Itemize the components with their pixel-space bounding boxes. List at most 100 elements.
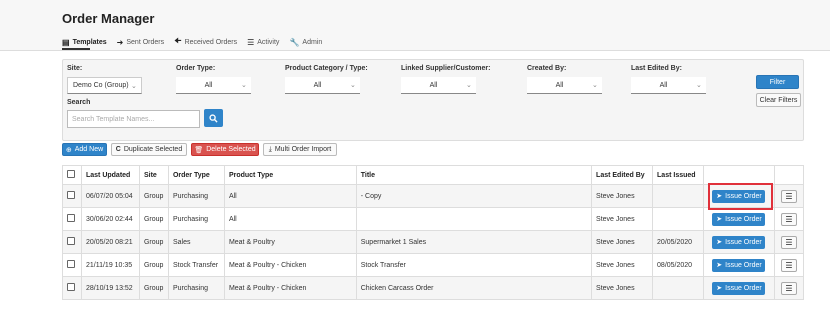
plus-circle-icon: ⊕ bbox=[65, 146, 72, 154]
col-last-edited-by[interactable]: Last Edited By bbox=[591, 165, 654, 185]
site-select-value: Demo Co (Group) bbox=[73, 82, 129, 89]
cell-product-type: Meat & Poultry - Chicken bbox=[223, 253, 357, 277]
cell-last-issued bbox=[652, 276, 705, 300]
order-type-label: Order Type: bbox=[176, 65, 216, 72]
row-checkbox[interactable] bbox=[67, 237, 75, 245]
cell-menu: ☰ bbox=[773, 253, 805, 277]
tab-activity[interactable]: ☰ Activity bbox=[247, 38, 279, 47]
chevron-down-icon: ⌄ bbox=[350, 82, 356, 89]
hamburger-icon: ☰ bbox=[785, 237, 793, 247]
cell-order-type: Purchasing bbox=[167, 276, 225, 300]
issue-order-button[interactable]: ➤ Issue Order bbox=[712, 258, 766, 272]
col-menu bbox=[773, 165, 805, 185]
cell-last-updated: 06/07/20 05:04 bbox=[80, 184, 140, 208]
duplicate-selected-button[interactable]: C Duplicate Selected bbox=[111, 143, 187, 156]
search-button[interactable] bbox=[204, 109, 223, 127]
row-select[interactable] bbox=[62, 207, 82, 231]
row-menu-button[interactable]: ☰ bbox=[780, 212, 797, 226]
row-select[interactable] bbox=[62, 230, 82, 254]
col-last-updated[interactable]: Last Updated bbox=[80, 165, 140, 185]
cell-menu: ☰ bbox=[773, 276, 805, 300]
tab-admin-label: Admin bbox=[302, 38, 323, 46]
delete-selected-button[interactable]: 🗑 Delete Selected bbox=[191, 143, 259, 156]
hamburger-icon: ☰ bbox=[785, 191, 793, 201]
issue-order-button[interactable]: ➤ Issue Order bbox=[712, 281, 766, 295]
row-checkbox[interactable] bbox=[67, 191, 75, 199]
multi-order-import-button[interactable]: ⤓ Multi Order Import bbox=[263, 143, 337, 156]
row-menu-button[interactable]: ☰ bbox=[780, 189, 797, 203]
cell-menu: ☰ bbox=[773, 230, 805, 254]
chevron-down-icon: ⌄ bbox=[131, 82, 137, 90]
copy-icon: C bbox=[115, 146, 121, 153]
last-edited-select[interactable]: All ⌄ bbox=[631, 77, 706, 94]
issue-order-button[interactable]: ➤ Issue Order bbox=[712, 189, 766, 203]
row-menu-button[interactable]: ☰ bbox=[780, 281, 797, 295]
cell-issue: ➤ Issue Order bbox=[703, 230, 775, 254]
select-all-checkbox[interactable] bbox=[67, 170, 75, 178]
tab-activity-label: Activity bbox=[257, 38, 280, 46]
hamburger-icon: ☰ bbox=[785, 283, 793, 293]
cell-site: Group bbox=[138, 184, 169, 208]
add-new-button[interactable]: ⊕ Add New bbox=[62, 143, 107, 156]
delete-label: Delete Selected bbox=[206, 146, 256, 153]
col-title[interactable]: Title bbox=[355, 165, 593, 185]
cell-order-type: Purchasing bbox=[167, 207, 225, 231]
row-select[interactable] bbox=[62, 276, 82, 300]
col-site[interactable]: Site bbox=[138, 165, 169, 185]
cell-title bbox=[355, 207, 593, 231]
table-row: 20/05/20 08:21 Group Sales Meat & Poultr… bbox=[62, 230, 805, 254]
issue-order-button[interactable]: ➤ Issue Order bbox=[712, 235, 766, 249]
tab-admin[interactable]: 🔧 Admin bbox=[289, 38, 322, 47]
tab-sent-orders[interactable]: ➜ Sent Orders bbox=[117, 38, 164, 47]
issue-order-label: Issue Order bbox=[725, 261, 762, 269]
issue-order-label: Issue Order bbox=[725, 238, 762, 246]
row-menu-button[interactable]: ☰ bbox=[780, 235, 797, 249]
col-last-issued[interactable]: Last Issued bbox=[652, 165, 705, 185]
product-category-select[interactable]: All ⌄ bbox=[285, 77, 360, 94]
cell-order-type: Purchasing bbox=[167, 184, 225, 208]
cell-last-edited-by: Steve Jones bbox=[591, 207, 654, 231]
cell-site: Group bbox=[138, 230, 169, 254]
cell-title: Chicken Carcass Order bbox=[355, 276, 593, 300]
order-type-value: All bbox=[204, 81, 213, 89]
cell-product-type: Meat & Poultry bbox=[223, 230, 357, 254]
table-row: 30/06/20 02:44 Group Purchasing All Stev… bbox=[62, 207, 805, 231]
cell-product-type: Meat & Poultry - Chicken bbox=[223, 276, 357, 300]
col-product-type[interactable]: Product Type bbox=[223, 165, 357, 185]
cell-title: - Copy bbox=[355, 184, 593, 208]
tab-received-orders[interactable]: 🠈 Received Orders bbox=[174, 35, 237, 49]
product-category-label: Product Category / Type: bbox=[285, 65, 368, 72]
linked-supplier-select[interactable]: All ⌄ bbox=[401, 77, 476, 94]
issue-order-label: Issue Order bbox=[725, 284, 762, 292]
issue-order-button[interactable]: ➤ Issue Order bbox=[712, 212, 766, 226]
inbox-icon: ▤ bbox=[62, 37, 70, 47]
filter-button[interactable]: Filter bbox=[756, 75, 799, 89]
row-select[interactable] bbox=[62, 253, 82, 277]
search-input[interactable]: Search Template Names... bbox=[67, 110, 200, 128]
col-order-type[interactable]: Order Type bbox=[167, 165, 225, 185]
row-select[interactable] bbox=[62, 184, 82, 208]
cell-last-issued bbox=[652, 184, 705, 208]
linked-supplier-label: Linked Supplier/Customer: bbox=[401, 65, 491, 72]
cell-last-issued: 08/05/2020 bbox=[652, 253, 705, 277]
arrow-right-icon: ➜ bbox=[116, 37, 124, 47]
upload-icon: ⤓ bbox=[268, 145, 272, 153]
col-issue bbox=[703, 165, 775, 185]
clear-filters-button[interactable]: Clear Filters bbox=[756, 93, 801, 107]
cell-product-type: All bbox=[223, 184, 357, 208]
hamburger-icon: ☰ bbox=[785, 214, 793, 224]
select-all-header[interactable] bbox=[62, 165, 82, 185]
row-checkbox[interactable] bbox=[67, 214, 75, 222]
site-select[interactable]: Demo Co (Group) ⌄ bbox=[67, 77, 142, 94]
table-row: 21/11/19 10:35 Group Stock Transfer Meat… bbox=[62, 253, 805, 277]
last-edited-value: All bbox=[659, 81, 668, 89]
cell-order-type: Stock Transfer bbox=[167, 253, 225, 277]
row-menu-button[interactable]: ☰ bbox=[780, 258, 797, 272]
cell-last-updated: 28/10/19 13:52 bbox=[80, 276, 140, 300]
tab-templates[interactable]: ▤ Templates bbox=[62, 38, 107, 47]
row-checkbox[interactable] bbox=[67, 260, 75, 268]
row-checkbox[interactable] bbox=[67, 283, 75, 291]
cell-menu: ☰ bbox=[773, 184, 805, 208]
created-by-select[interactable]: All ⌄ bbox=[527, 77, 602, 94]
order-type-select[interactable]: All ⌄ bbox=[176, 77, 251, 94]
